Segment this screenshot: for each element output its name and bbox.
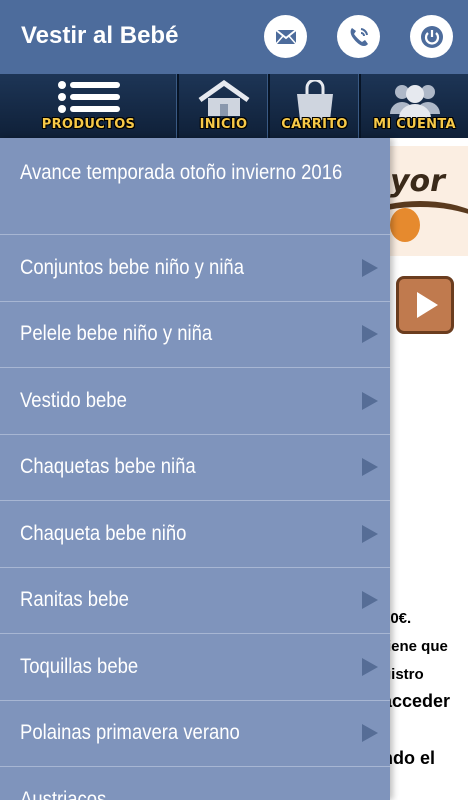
banner-text: yor [390, 164, 445, 199]
menu-item-vestido[interactable]: Vestido bebe [0, 368, 390, 435]
nav-mi-cuenta[interactable]: MI CUENTA [361, 74, 468, 138]
chevron-right-icon [362, 591, 378, 610]
play-icon [417, 292, 438, 318]
cart-icon [296, 80, 333, 120]
menu-item-label: Chaqueta bebe niño [20, 521, 187, 545]
menu-item-label: Toquillas bebe [20, 654, 139, 678]
menu-item-chaqueta-nino[interactable]: Chaqueta bebe niño [0, 501, 390, 568]
menu-item-label: Austriacos [20, 787, 107, 800]
play-button[interactable] [396, 276, 454, 334]
page-text-line: acceder [382, 691, 451, 711]
nav-label-carrito: CARRITO [281, 117, 348, 132]
chevron-right-icon [362, 258, 378, 277]
menu-item-label: Vestido bebe [20, 388, 127, 412]
chevron-right-icon [362, 524, 378, 543]
nav-inicio[interactable]: INICIO [179, 74, 270, 138]
app-title: Vestir al Bebé [21, 22, 179, 49]
menu-item-label: Avance temporada otoño invierno 2016 [20, 161, 343, 184]
nav-label-mi-cuenta: MI CUENTA [373, 117, 456, 132]
nav-label-inicio: INICIO [199, 117, 248, 132]
menu-item-avance-temporada[interactable]: Avance temporada otoño invierno 2016 [0, 138, 390, 235]
menu-item-ranitas[interactable]: Ranitas bebe [0, 568, 390, 634]
category-drawer: Avance temporada otoño invierno 2016 Con… [0, 138, 390, 800]
home-icon [198, 80, 249, 116]
phone-icon[interactable] [337, 15, 380, 58]
nav-carrito[interactable]: CARRITO [270, 74, 361, 138]
main-navbar: PRODUCTOS INICIO CARRITO MI CUENTA [0, 74, 468, 138]
menu-item-pelele[interactable]: Pelele bebe niño y niña [0, 302, 390, 368]
app-header: Vestir al Bebé [0, 0, 468, 74]
nav-label-productos: PRODUCTOS [41, 117, 136, 132]
menu-item-label: Chaquetas bebe niña [20, 455, 196, 479]
menu-item-label: Ranitas bebe [20, 588, 129, 612]
chevron-right-icon [362, 458, 378, 477]
menu-item-chaquetas-nina[interactable]: Chaquetas bebe niña [0, 435, 390, 501]
menu-item-conjuntos[interactable]: Conjuntos bebe niño y niña [0, 235, 390, 302]
chevron-right-icon [362, 325, 378, 344]
mail-icon[interactable] [264, 15, 307, 58]
banner-decoration [390, 208, 420, 242]
power-icon[interactable] [410, 15, 453, 58]
menu-item-toquillas[interactable]: Toquillas bebe [0, 634, 390, 701]
chevron-right-icon [362, 391, 378, 410]
menu-icon [57, 81, 120, 113]
menu-item-label: Conjuntos bebe niño y niña [20, 255, 244, 279]
menu-item-label: Polainas primavera verano [20, 721, 240, 745]
app-screen: Vestir al Bebé PRODUCTOS INICIO CARRITO … [0, 0, 468, 800]
menu-item-austriacos[interactable]: Austriacos [0, 767, 390, 800]
chevron-right-icon [362, 657, 378, 676]
users-icon [389, 85, 440, 118]
menu-item-label: Pelele bebe niño y niña [20, 322, 213, 346]
page-text-line: tiene que [382, 638, 448, 655]
menu-item-polainas[interactable]: Polainas primavera verano [0, 701, 390, 767]
nav-productos[interactable]: PRODUCTOS [0, 74, 179, 138]
chevron-right-icon [362, 724, 378, 743]
